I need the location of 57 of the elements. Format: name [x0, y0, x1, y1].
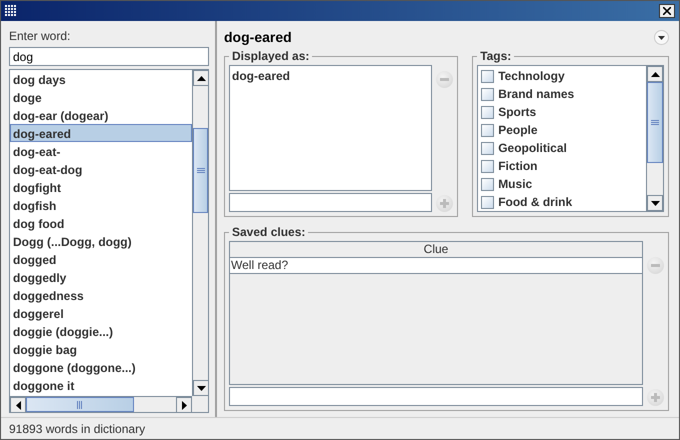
- word-item[interactable]: dog-eared: [10, 124, 192, 142]
- status-text: 91893 words in dictionary: [1, 417, 679, 439]
- tag-checkbox[interactable]: People: [478, 121, 646, 139]
- grip-icon: [77, 400, 82, 408]
- tag-checkbox[interactable]: Sports: [478, 103, 646, 121]
- table-cell[interactable]: Well read?: [230, 258, 642, 274]
- scroll-down-button[interactable]: [193, 380, 209, 396]
- tag-checkbox[interactable]: Technology: [478, 67, 646, 85]
- clue-field[interactable]: [229, 387, 643, 406]
- grip-icon: [651, 120, 659, 126]
- scroll-down-button[interactable]: [647, 195, 663, 211]
- display-form[interactable]: dog-eared: [232, 69, 430, 83]
- minus-icon: [651, 264, 660, 267]
- caret-down-icon: [196, 386, 206, 390]
- scroll-up-button[interactable]: [193, 70, 209, 86]
- tag-label: Technology: [498, 69, 565, 83]
- group-title: Saved clues:: [231, 225, 306, 239]
- scroll-right-button[interactable]: [176, 397, 192, 413]
- group-title: Displayed as:: [231, 49, 310, 63]
- dropdown-icon[interactable]: [654, 30, 669, 44]
- tag-label: Brand names: [498, 87, 574, 101]
- search-field[interactable]: dog: [9, 47, 209, 66]
- vertical-scrollbar[interactable]: [646, 66, 663, 211]
- tag-checkbox[interactable]: Fiction: [478, 157, 646, 175]
- search-label: Enter word:: [9, 29, 72, 43]
- tag-checkbox[interactable]: Food & drink: [478, 193, 646, 211]
- group-title: Tags:: [479, 49, 512, 63]
- caret-left-icon: [16, 400, 20, 410]
- caret-right-icon: [182, 400, 186, 410]
- scroll-left-button[interactable]: [10, 397, 26, 413]
- tag-label: Fiction: [498, 159, 538, 173]
- vertical-scrollbar[interactable]: [192, 70, 208, 396]
- app-icon: [5, 5, 17, 17]
- word-heading: dog-eared: [224, 29, 292, 45]
- tag-checkbox[interactable]: Music: [478, 175, 646, 193]
- display-form-field[interactable]: [229, 193, 432, 212]
- caret-down-icon: [650, 200, 660, 206]
- scroll-thumb[interactable]: [193, 128, 208, 214]
- scroll-thumb[interactable]: [647, 82, 663, 164]
- close-icon: [663, 7, 671, 15]
- caret-up-icon: [650, 72, 660, 76]
- scroll-thumb[interactable]: [26, 397, 134, 412]
- plus-icon: [440, 199, 450, 208]
- tag-label: Music: [498, 177, 532, 191]
- minus-icon: [440, 78, 450, 81]
- tag-label: People: [498, 123, 538, 137]
- plus-icon: [651, 393, 660, 402]
- tag-label: Geopolitical: [498, 141, 567, 155]
- horizontal-scrollbar[interactable]: [10, 396, 192, 412]
- scroll-up-button[interactable]: [647, 66, 663, 82]
- tag-checkbox[interactable]: Geopolitical: [478, 139, 646, 157]
- tag-label: Sports: [498, 105, 536, 119]
- close-button[interactable]: [659, 4, 675, 18]
- grip-icon: [196, 168, 204, 173]
- caret-up-icon: [196, 76, 206, 80]
- tag-checkbox[interactable]: Brand names: [478, 85, 646, 103]
- tag-label: Food & drink: [498, 195, 572, 209]
